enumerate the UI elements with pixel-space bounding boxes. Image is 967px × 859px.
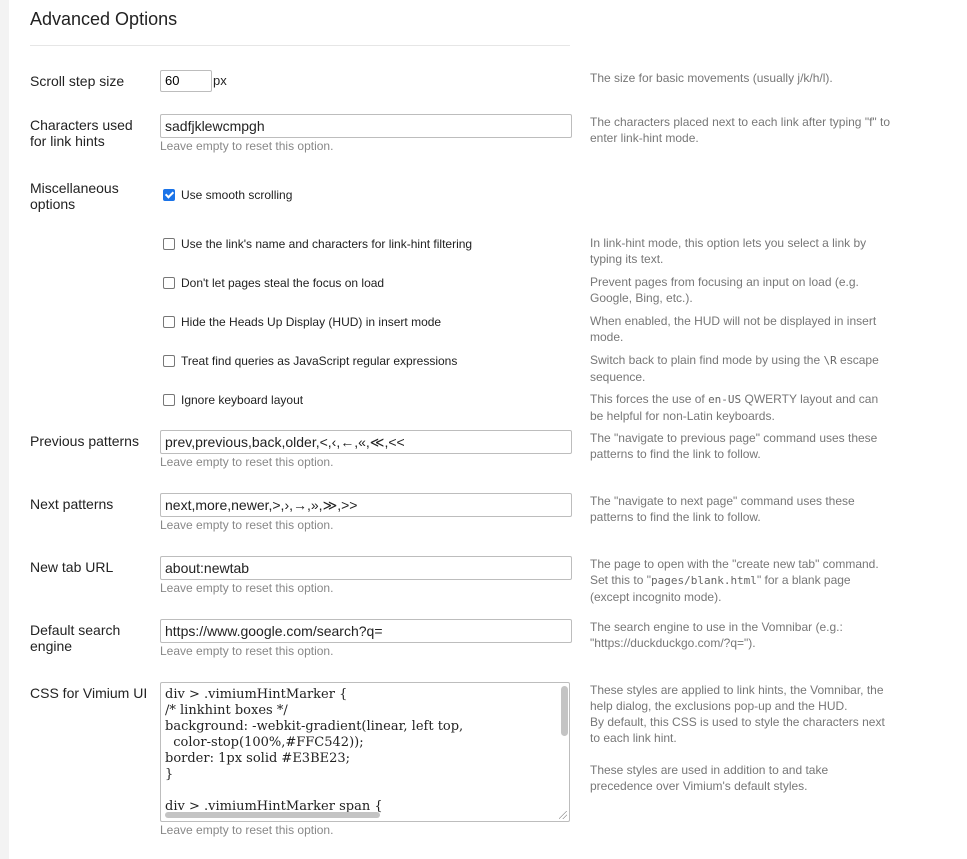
new-tab-url-input[interactable]: [160, 556, 572, 580]
scroll-step-help: The size for basic movements (usually j/…: [590, 71, 833, 85]
left-gutter: [0, 0, 9, 859]
link-name-filter-checkbox[interactable]: [163, 238, 175, 250]
css-help-line-3: These styles are used in addition to and…: [590, 763, 829, 793]
css-reset-note: Leave empty to reset this option.: [160, 823, 334, 837]
search-engine-help: The search engine to use in the Vomnibar…: [590, 620, 843, 650]
css-textarea[interactable]: div > .vimiumHintMarker { /* linkhint bo…: [160, 682, 570, 822]
regex-find-label[interactable]: Treat find queries as JavaScript regular…: [181, 354, 457, 368]
page-title: Advanced Options: [30, 9, 178, 29]
scroll-step-input[interactable]: [160, 70, 212, 92]
search-engine-input[interactable]: [160, 619, 572, 643]
ignore-layout-help: This forces the use of en-US QWERTY layo…: [590, 391, 890, 424]
prevent-focus-label[interactable]: Don't let pages steal the focus on load: [181, 276, 384, 290]
regex-find-checkbox[interactable]: [163, 355, 175, 367]
css-textarea-horizontal-scrollbar[interactable]: [165, 812, 380, 818]
css-label: CSS for Vimium UI: [30, 685, 148, 701]
smooth-scroll-checkbox[interactable]: [163, 189, 175, 201]
hide-hud-label[interactable]: Hide the Heads Up Display (HUD) in inser…: [181, 315, 441, 329]
link-hints-input[interactable]: [160, 114, 572, 138]
title-divider: [30, 45, 570, 46]
new-tab-url-label: New tab URL: [30, 559, 114, 575]
css-help-line-2: By default, this CSS is used to style th…: [590, 715, 885, 745]
ignore-layout-label[interactable]: Ignore keyboard layout: [181, 393, 303, 407]
next-patterns-reset-note: Leave empty to reset this option.: [160, 518, 334, 532]
search-engine-reset-note: Leave empty to reset this option.: [160, 644, 334, 658]
ignore-layout-checkbox[interactable]: [163, 394, 175, 406]
link-name-filter-label[interactable]: Use the link's name and characters for l…: [181, 237, 472, 251]
next-patterns-help: The "navigate to next page" command uses…: [590, 494, 855, 524]
regex-find-help-pre: Switch back to plain find mode by using …: [590, 353, 824, 367]
new-tab-url-help: The page to open with the "create new ta…: [590, 556, 890, 605]
previous-patterns-input[interactable]: [160, 430, 572, 454]
misc-options-label: Miscellaneous options: [30, 180, 119, 212]
hide-hud-help: When enabled, the HUD will not be displa…: [590, 314, 877, 344]
link-name-filter-help: In link-hint mode, this option lets you …: [590, 236, 867, 266]
scroll-step-unit: px: [213, 73, 227, 88]
prevent-focus-checkbox[interactable]: [163, 277, 175, 289]
ignore-layout-help-code: en-US: [708, 393, 742, 406]
prevent-focus-help: Prevent pages from focusing an input on …: [590, 275, 859, 305]
link-hints-label: Characters used for link hints: [30, 117, 133, 149]
search-engine-label: Default search engine: [30, 622, 121, 654]
previous-patterns-help: The "navigate to previous page" command …: [590, 431, 878, 461]
link-hints-help: The characters placed next to each link …: [590, 115, 891, 145]
hide-hud-checkbox[interactable]: [163, 316, 175, 328]
link-hints-reset-note: Leave empty to reset this option.: [160, 139, 334, 153]
previous-patterns-reset-note: Leave empty to reset this option.: [160, 455, 334, 469]
css-textarea-content: div > .vimiumHintMarker { /* linkhint bo…: [165, 687, 464, 814]
css-help-line-1: These styles are applied to link hints, …: [590, 683, 884, 713]
scroll-step-label: Scroll step size: [30, 73, 125, 89]
smooth-scroll-label[interactable]: Use smooth scrolling: [181, 188, 292, 202]
new-tab-url-help-code: pages/blank.html: [650, 574, 757, 587]
css-textarea-vertical-scrollbar[interactable]: [561, 686, 568, 736]
new-tab-url-reset-note: Leave empty to reset this option.: [160, 581, 334, 595]
resize-grip-icon[interactable]: [559, 811, 567, 819]
regex-find-help-code: \R: [823, 354, 837, 367]
css-help: These styles are applied to link hints, …: [590, 682, 890, 794]
previous-patterns-label: Previous patterns: [30, 433, 139, 449]
regex-find-help: Switch back to plain find mode by using …: [590, 352, 890, 385]
ignore-layout-help-pre: This forces the use of: [590, 392, 709, 406]
next-patterns-input[interactable]: [160, 493, 572, 517]
next-patterns-label: Next patterns: [30, 496, 114, 512]
